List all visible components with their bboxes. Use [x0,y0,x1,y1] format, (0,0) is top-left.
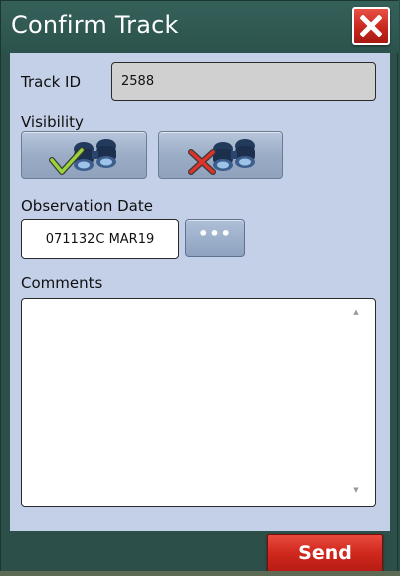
comments-label: Comments [21,274,103,292]
track-id-field: 2588 [111,62,376,101]
visible-button[interactable] [21,131,147,179]
comments-scrollbar[interactable]: ▲ ▼ [350,306,362,496]
comments-textarea[interactable] [21,298,376,507]
binoculars-check-icon [49,139,116,175]
scroll-up-arrow-icon[interactable]: ▲ [350,306,362,318]
not-visible-button[interactable] [158,131,283,179]
form-panel: Track ID 2588 Visibility Observation Dat… [10,53,390,531]
dialog-title: Confirm Track [11,11,179,39]
title-bar: Confirm Track [1,1,399,53]
close-icon [360,15,382,37]
observation-date-field[interactable]: 071132C MAR19 [21,219,179,259]
track-id-label: Track ID [21,73,81,91]
date-picker-button[interactable]: ••• [185,219,245,257]
send-button[interactable]: Send [267,534,383,572]
observation-date-label: Observation Date [21,197,153,215]
background-strip [0,571,400,576]
close-button[interactable] [352,7,390,45]
scroll-down-arrow-icon[interactable]: ▼ [350,484,362,496]
confirm-track-dialog: Confirm Track Track ID 2588 Visibility O… [0,0,399,576]
visibility-label: Visibility [21,113,84,131]
binoculars-cross-icon [188,139,255,175]
